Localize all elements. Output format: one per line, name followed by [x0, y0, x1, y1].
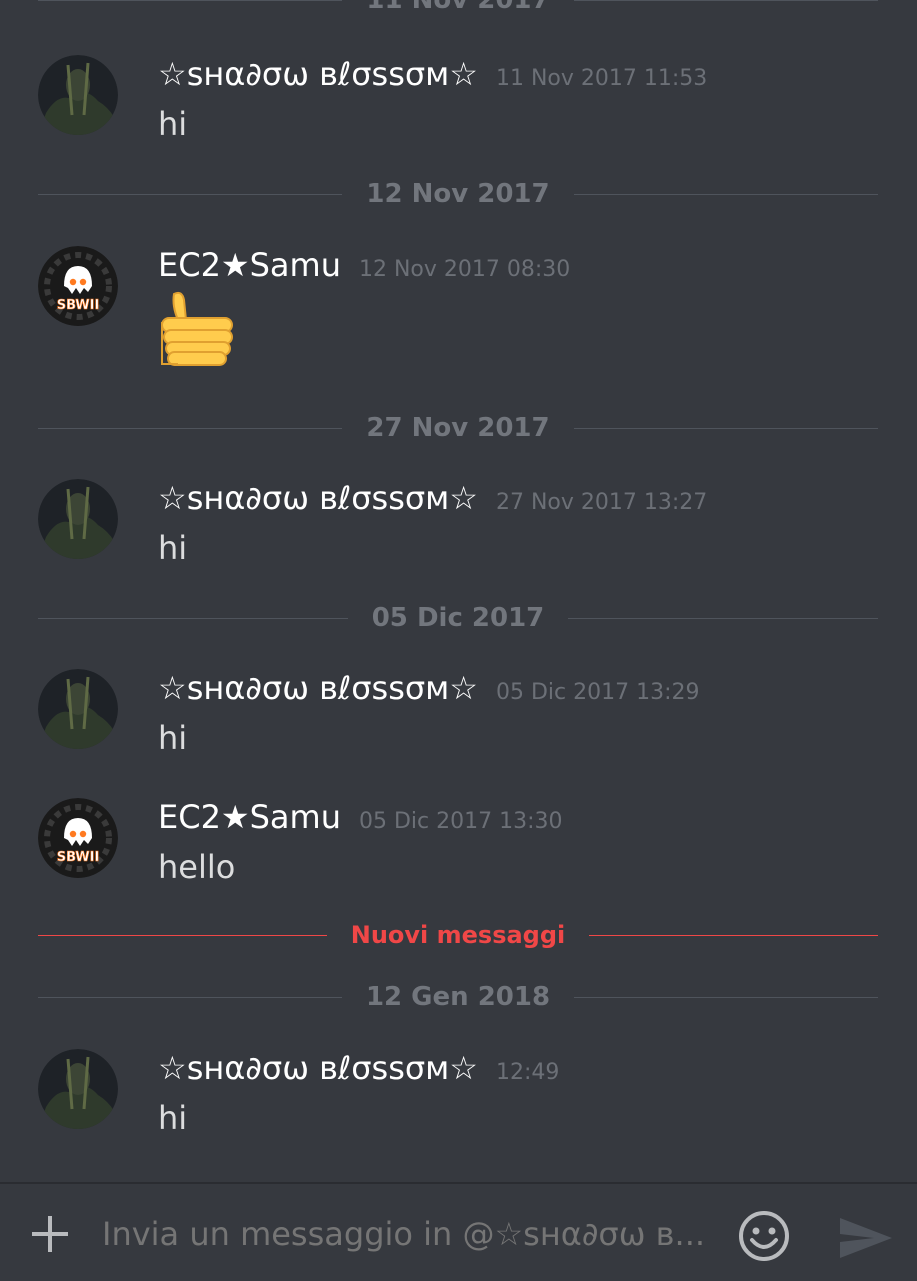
date-divider: 12 Gen 2018: [38, 980, 879, 1014]
date-divider: 05 Dic 2017: [38, 601, 878, 635]
message-text: hi: [158, 719, 188, 757]
date-divider-label: 12 Gen 2018: [365, 982, 551, 1012]
date-divider: 11 Nov 2017: [38, 0, 878, 17]
message-timestamp: 27 Nov 2017 13:27: [495, 490, 708, 515]
message-input[interactable]: [102, 1208, 722, 1260]
shadow-avatar[interactable]: [38, 1049, 118, 1129]
send-icon[interactable]: [838, 1214, 894, 1262]
plus-icon[interactable]: [30, 1214, 70, 1254]
avatar-logo-text: SBWII: [57, 850, 100, 865]
username[interactable]: ☆ѕнα∂σω вℓσѕѕσм☆: [158, 1049, 478, 1087]
emoji-icon[interactable]: [738, 1210, 790, 1262]
date-divider: 27 Nov 2017: [38, 411, 878, 445]
date-divider-label: 11 Nov 2017: [366, 0, 550, 15]
sbwii-avatar[interactable]: SBWII: [38, 798, 118, 878]
username[interactable]: EC2★Samu: [158, 246, 341, 284]
message-timestamp: 05 Dic 2017 13:29: [495, 680, 700, 705]
date-divider-label: 27 Nov 2017: [366, 413, 550, 443]
message-timestamp: 05 Dic 2017 13:30: [358, 809, 563, 834]
message-text: hello: [158, 848, 236, 886]
avatar-logo-text: SBWII: [57, 298, 100, 313]
message-composer: [0, 1182, 917, 1281]
message-timestamp: 12 Nov 2017 08:30: [358, 257, 571, 282]
date-divider: 12 Nov 2017: [38, 177, 878, 211]
date-divider-label: 12 Nov 2017: [366, 179, 550, 209]
message-timestamp: 11 Nov 2017 11:53: [495, 66, 708, 91]
username[interactable]: ☆ѕнα∂σω вℓσѕѕσм☆: [158, 479, 478, 517]
shadow-avatar[interactable]: [38, 479, 118, 559]
new-messages-label: Nuovi messaggi: [350, 921, 566, 949]
username[interactable]: EC2★Samu: [158, 798, 341, 836]
message-text: hi: [158, 529, 188, 567]
sbwii-avatar[interactable]: SBWII: [38, 246, 118, 326]
username[interactable]: ☆ѕнα∂σω вℓσѕѕσм☆: [158, 55, 478, 93]
shadow-avatar[interactable]: [38, 669, 118, 749]
username[interactable]: ☆ѕнα∂σω вℓσѕѕσм☆: [158, 669, 478, 707]
message-timestamp: 12:49: [495, 1060, 560, 1085]
new-messages-divider: Nuovi messaggi: [38, 918, 878, 952]
message-text: hi: [158, 105, 188, 143]
shadow-avatar[interactable]: [38, 55, 118, 135]
thumbs-up-icon: [161, 291, 233, 366]
message-feed[interactable]: 11 Nov 2017 ☆ѕнα∂σω вℓσѕѕσм☆ 11 Nov 2017…: [0, 0, 917, 1182]
date-divider-label: 05 Dic 2017: [371, 603, 545, 633]
message-text: hi: [158, 1099, 188, 1137]
